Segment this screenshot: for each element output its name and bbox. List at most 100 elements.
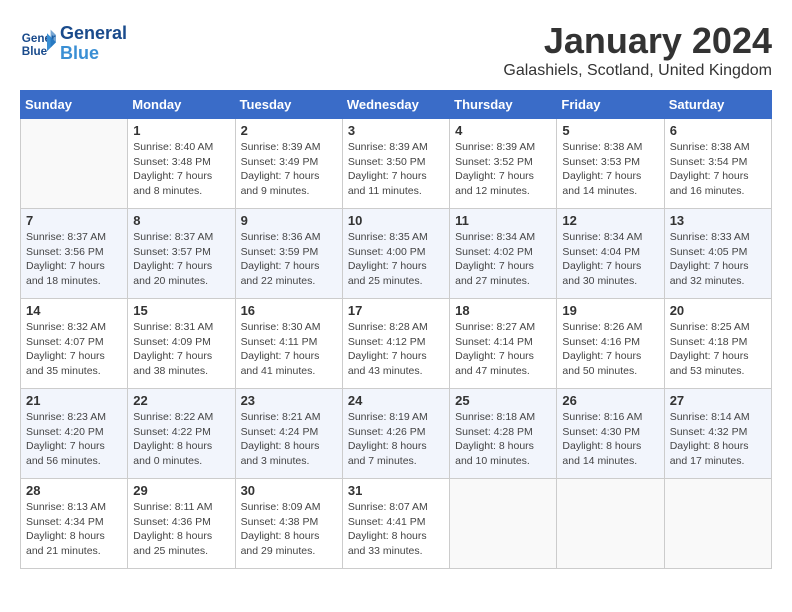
calendar-cell: 21 Sunrise: 8:23 AM Sunset: 4:20 PM Dayli… xyxy=(21,389,128,479)
day-number: 16 xyxy=(241,303,337,318)
day-number: 21 xyxy=(26,393,122,408)
calendar-cell: 14Sunrise: 8:32 AM Sunset: 4:07 PM Dayli… xyxy=(21,299,128,389)
day-number: 7 xyxy=(26,213,122,228)
calendar-cell xyxy=(557,479,664,569)
calendar-cell: 19Sunrise: 8:26 AM Sunset: 4:16 PM Dayli… xyxy=(557,299,664,389)
day-info: Sunrise: 8:14 AM Sunset: 4:32 PM Dayligh… xyxy=(670,410,766,469)
day-number: 5 xyxy=(562,123,658,138)
day-info: Sunrise: 8:25 AM Sunset: 4:18 PM Dayligh… xyxy=(670,320,766,379)
day-number: 2 xyxy=(241,123,337,138)
weekday-header-monday: Monday xyxy=(128,91,235,119)
day-number: 12 xyxy=(562,213,658,228)
day-info: Sunrise: 8:39 AM Sunset: 3:49 PM Dayligh… xyxy=(241,140,337,199)
calendar-cell: 16 Sunrise: 8:30 AM Sunset: 4:11 PM Dayli… xyxy=(235,299,342,389)
logo: General Blue General Blue xyxy=(20,24,127,64)
day-info: Sunrise: 8:38 AM Sunset: 3:53 PM Dayligh… xyxy=(562,140,658,199)
calendar-cell: 30 Sunrise: 8:09 AM Sunset: 4:38 PM Dayli… xyxy=(235,479,342,569)
day-info: Sunrise: 8:09 AM Sunset: 4:38 PM Dayligh… xyxy=(241,500,337,559)
day-number: 15 xyxy=(133,303,229,318)
day-info: Sunrise: 8:37 AM Sunset: 3:56 PM Dayligh… xyxy=(26,230,122,289)
day-info: Sunrise: 8:18 AM Sunset: 4:28 PM Dayligh… xyxy=(455,410,551,469)
weekday-header-tuesday: Tuesday xyxy=(235,91,342,119)
month-title: January 2024 xyxy=(503,20,772,62)
calendar-cell: 2 Sunrise: 8:39 AM Sunset: 3:49 PM Daylig… xyxy=(235,119,342,209)
calendar-cell: 7 Sunrise: 8:37 AM Sunset: 3:56 PM Daylig… xyxy=(21,209,128,299)
weekday-header-friday: Friday xyxy=(557,91,664,119)
weekday-header-thursday: Thursday xyxy=(450,91,557,119)
calendar-cell: 13Sunrise: 8:33 AM Sunset: 4:05 PM Dayli… xyxy=(664,209,771,299)
day-number: 30 xyxy=(241,483,337,498)
calendar-cell: 18 Sunrise: 8:27 AM Sunset: 4:14 PM Dayli… xyxy=(450,299,557,389)
day-info: Sunrise: 8:27 AM Sunset: 4:14 PM Dayligh… xyxy=(455,320,551,379)
calendar-cell: 4 Sunrise: 8:39 AM Sunset: 3:52 PM Daylig… xyxy=(450,119,557,209)
calendar-cell: 31 Sunrise: 8:07 AM Sunset: 4:41 PM Dayli… xyxy=(342,479,449,569)
week-row-4: 21 Sunrise: 8:23 AM Sunset: 4:20 PM Dayli… xyxy=(21,389,772,479)
day-number: 9 xyxy=(241,213,337,228)
calendar-cell: 10Sunrise: 8:35 AM Sunset: 4:00 PM Dayli… xyxy=(342,209,449,299)
day-info: Sunrise: 8:33 AM Sunset: 4:05 PM Dayligh… xyxy=(670,230,766,289)
title-block: January 2024 Galashiels, Scotland, Unite… xyxy=(503,20,772,80)
calendar-cell xyxy=(21,119,128,209)
day-info: Sunrise: 8:34 AM Sunset: 4:02 PM Dayligh… xyxy=(455,230,551,289)
calendar-cell: 1Sunrise: 8:40 AM Sunset: 3:48 PM Daylig… xyxy=(128,119,235,209)
calendar-cell: 11 Sunrise: 8:34 AM Sunset: 4:02 PM Dayli… xyxy=(450,209,557,299)
calendar-cell: 26Sunrise: 8:16 AM Sunset: 4:30 PM Dayli… xyxy=(557,389,664,479)
day-number: 19 xyxy=(562,303,658,318)
week-row-1: 1Sunrise: 8:40 AM Sunset: 3:48 PM Daylig… xyxy=(21,119,772,209)
day-info: Sunrise: 8:13 AM Sunset: 4:34 PM Dayligh… xyxy=(26,500,122,559)
day-info: Sunrise: 8:28 AM Sunset: 4:12 PM Dayligh… xyxy=(348,320,444,379)
day-number: 11 xyxy=(455,213,551,228)
day-info: Sunrise: 8:23 AM Sunset: 4:20 PM Dayligh… xyxy=(26,410,122,469)
calendar-cell: 24Sunrise: 8:19 AM Sunset: 4:26 PM Dayli… xyxy=(342,389,449,479)
day-number: 10 xyxy=(348,213,444,228)
day-number: 22 xyxy=(133,393,229,408)
day-info: Sunrise: 8:11 AM Sunset: 4:36 PM Dayligh… xyxy=(133,500,229,559)
day-number: 4 xyxy=(455,123,551,138)
day-number: 26 xyxy=(562,393,658,408)
calendar-cell: 20 Sunrise: 8:25 AM Sunset: 4:18 PM Dayli… xyxy=(664,299,771,389)
calendar-cell: 15Sunrise: 8:31 AM Sunset: 4:09 PM Dayli… xyxy=(128,299,235,389)
day-info: Sunrise: 8:21 AM Sunset: 4:24 PM Dayligh… xyxy=(241,410,337,469)
calendar-cell: 8 Sunrise: 8:37 AM Sunset: 3:57 PM Daylig… xyxy=(128,209,235,299)
weekday-header-sunday: Sunday xyxy=(21,91,128,119)
day-info: Sunrise: 8:37 AM Sunset: 3:57 PM Dayligh… xyxy=(133,230,229,289)
weekday-header-wednesday: Wednesday xyxy=(342,91,449,119)
calendar-cell: 22 Sunrise: 8:22 AM Sunset: 4:22 PM Dayli… xyxy=(128,389,235,479)
week-row-3: 14Sunrise: 8:32 AM Sunset: 4:07 PM Dayli… xyxy=(21,299,772,389)
day-number: 18 xyxy=(455,303,551,318)
svg-text:Blue: Blue xyxy=(22,45,48,58)
day-info: Sunrise: 8:19 AM Sunset: 4:26 PM Dayligh… xyxy=(348,410,444,469)
day-number: 31 xyxy=(348,483,444,498)
day-info: Sunrise: 8:22 AM Sunset: 4:22 PM Dayligh… xyxy=(133,410,229,469)
weekday-header-saturday: Saturday xyxy=(664,91,771,119)
day-number: 27 xyxy=(670,393,766,408)
calendar-cell: 5 Sunrise: 8:38 AM Sunset: 3:53 PM Daylig… xyxy=(557,119,664,209)
calendar-table: SundayMondayTuesdayWednesdayThursdayFrid… xyxy=(20,90,772,569)
day-info: Sunrise: 8:34 AM Sunset: 4:04 PM Dayligh… xyxy=(562,230,658,289)
calendar-cell: 9Sunrise: 8:36 AM Sunset: 3:59 PM Daylig… xyxy=(235,209,342,299)
day-info: Sunrise: 8:39 AM Sunset: 3:52 PM Dayligh… xyxy=(455,140,551,199)
logo-line1: General xyxy=(60,24,127,44)
day-info: Sunrise: 8:39 AM Sunset: 3:50 PM Dayligh… xyxy=(348,140,444,199)
calendar-cell: 25Sunrise: 8:18 AM Sunset: 4:28 PM Dayli… xyxy=(450,389,557,479)
day-number: 23 xyxy=(241,393,337,408)
day-number: 28 xyxy=(26,483,122,498)
calendar-cell: 29 Sunrise: 8:11 AM Sunset: 4:36 PM Dayli… xyxy=(128,479,235,569)
week-row-2: 7 Sunrise: 8:37 AM Sunset: 3:56 PM Daylig… xyxy=(21,209,772,299)
calendar-header: SundayMondayTuesdayWednesdayThursdayFrid… xyxy=(21,91,772,119)
weekday-header-row: SundayMondayTuesdayWednesdayThursdayFrid… xyxy=(21,91,772,119)
day-number: 6 xyxy=(670,123,766,138)
logo-line2: Blue xyxy=(60,44,127,64)
calendar-cell xyxy=(664,479,771,569)
calendar-body: 1Sunrise: 8:40 AM Sunset: 3:48 PM Daylig… xyxy=(21,119,772,569)
day-info: Sunrise: 8:07 AM Sunset: 4:41 PM Dayligh… xyxy=(348,500,444,559)
calendar-cell xyxy=(450,479,557,569)
day-info: Sunrise: 8:30 AM Sunset: 4:11 PM Dayligh… xyxy=(241,320,337,379)
day-info: Sunrise: 8:38 AM Sunset: 3:54 PM Dayligh… xyxy=(670,140,766,199)
day-number: 3 xyxy=(348,123,444,138)
day-number: 20 xyxy=(670,303,766,318)
day-number: 8 xyxy=(133,213,229,228)
day-number: 29 xyxy=(133,483,229,498)
day-number: 14 xyxy=(26,303,122,318)
calendar-cell: 3 Sunrise: 8:39 AM Sunset: 3:50 PM Daylig… xyxy=(342,119,449,209)
